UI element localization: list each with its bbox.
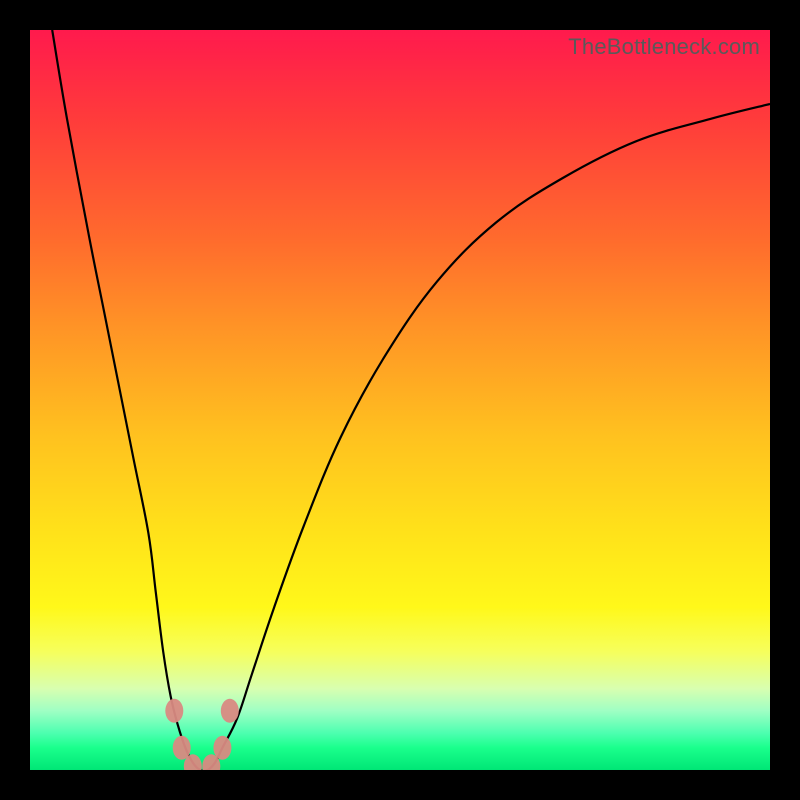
plot-area: TheBottleneck.com — [30, 30, 770, 770]
curve-marker — [213, 736, 231, 760]
curve-marker — [165, 699, 183, 723]
curve-marker — [221, 699, 239, 723]
chart-container: TheBottleneck.com — [0, 0, 800, 800]
curve-markers — [165, 699, 239, 770]
bottleneck-curve — [52, 30, 770, 770]
bottleneck-curve-svg — [30, 30, 770, 770]
